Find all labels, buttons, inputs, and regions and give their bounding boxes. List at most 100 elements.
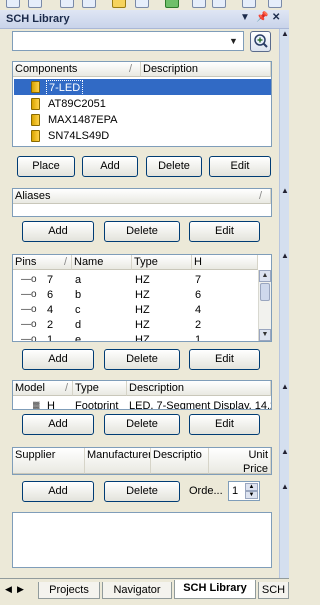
- aliases-list[interactable]: Aliases /: [12, 188, 272, 217]
- chevron-down-icon[interactable]: ▼: [226, 33, 241, 49]
- scroll-down-icon[interactable]: ▼: [259, 329, 271, 341]
- column-header-type[interactable]: Type: [132, 255, 192, 270]
- zoom-in-icon[interactable]: [192, 0, 206, 8]
- column-header-model-type[interactable]: Type: [73, 381, 127, 396]
- order-quantity-value: 1: [232, 485, 239, 497]
- column-header-name[interactable]: Name: [72, 255, 132, 270]
- print-icon[interactable]: [82, 0, 96, 8]
- pin-cell-type: HZ: [135, 334, 150, 342]
- model-row[interactable]: ▓ H Footprint LED, 7-Segment Display, 14…: [13, 398, 271, 409]
- add-pin-button[interactable]: Add: [22, 349, 94, 370]
- tab-scroll-right-icon[interactable]: ▶: [17, 584, 24, 595]
- pin-icon: —o: [21, 274, 37, 285]
- column-header-h[interactable]: H: [192, 255, 258, 270]
- edit-model-button[interactable]: Edit: [189, 414, 260, 435]
- component-icon: [31, 114, 40, 126]
- pin-cell-h: 2: [195, 319, 202, 331]
- pin-icon: —o: [21, 319, 37, 330]
- pin-cell-type: HZ: [135, 289, 150, 301]
- add-component-button[interactable]: Add: [82, 156, 138, 177]
- pin-cell-pin: 7: [47, 274, 54, 286]
- column-header-supplier[interactable]: Supplier: [13, 448, 85, 474]
- scroll-up-icon[interactable]: ▲: [259, 270, 271, 282]
- add-supplier-button[interactable]: Add: [22, 481, 94, 502]
- new-file-icon[interactable]: [6, 0, 20, 8]
- tab-sch-library[interactable]: SCH Library: [174, 580, 256, 599]
- zoom-out-icon[interactable]: [212, 0, 226, 8]
- info-icon[interactable]: [135, 0, 149, 8]
- column-header-unit-price[interactable]: Unit Price: [209, 448, 271, 474]
- edit-component-button[interactable]: Edit: [209, 156, 271, 177]
- column-header-model-description[interactable]: Description: [127, 381, 271, 396]
- chevron-down-icon[interactable]: ▼: [240, 12, 250, 23]
- pin-cell-h: 6: [195, 289, 202, 301]
- pin-row[interactable]: —o 2 d HZ 2: [13, 317, 257, 333]
- component-filter-select[interactable]: ▼: [12, 31, 244, 51]
- models-list[interactable]: Model / Type Description ▓ H Footprint LE…: [12, 380, 272, 410]
- column-header-model[interactable]: Model /: [13, 381, 73, 396]
- decrement-icon[interactable]: ▼: [245, 491, 258, 499]
- delete-model-button[interactable]: Delete: [104, 414, 180, 435]
- pin-row[interactable]: —o 6 b HZ 6: [13, 287, 257, 303]
- pin-cell-type: HZ: [135, 274, 150, 286]
- edit-pin-button[interactable]: Edit: [189, 349, 260, 370]
- collapse-up-icon[interactable]: ▲: [281, 482, 289, 491]
- component-icon: [31, 130, 40, 142]
- increment-icon[interactable]: ▲: [245, 483, 258, 491]
- order-quantity-stepper[interactable]: 1 ▲ ▼: [228, 481, 260, 501]
- collapse-up-icon[interactable]: ▲: [281, 251, 289, 260]
- add-alias-button[interactable]: Add: [22, 221, 94, 242]
- list-item[interactable]: MAX1487EPA: [14, 112, 271, 128]
- list-item-selected[interactable]: 7-LED: [14, 79, 271, 96]
- pin-row[interactable]: —o 4 c HZ 4: [13, 302, 257, 318]
- collapse-up-icon[interactable]: ▲: [281, 186, 289, 195]
- suppliers-list[interactable]: Supplier Manufacturer Descriptio Unit Pri…: [12, 447, 272, 475]
- folder-icon[interactable]: [112, 0, 126, 8]
- cut-icon[interactable]: [242, 0, 256, 8]
- column-header-components[interactable]: Components /: [13, 62, 141, 77]
- pin-row[interactable]: —o 7 a HZ 7: [13, 272, 257, 288]
- delete-component-button[interactable]: Delete: [146, 156, 202, 177]
- pin-cell-pin: 6: [47, 289, 54, 301]
- column-header-manufacturer[interactable]: Manufacturer: [85, 448, 151, 474]
- tab-sch[interactable]: SCH: [258, 582, 289, 599]
- paste-icon[interactable]: [268, 0, 282, 8]
- column-header-aliases[interactable]: Aliases /: [13, 189, 271, 204]
- pin-row[interactable]: —o 1 e HZ 1: [13, 332, 257, 342]
- open-file-icon[interactable]: [28, 0, 42, 8]
- pin-cell-h: 4: [195, 304, 202, 316]
- panel-splitter-bar[interactable]: ▲ ▲ ▲ ▲ ▲ ▲: [279, 29, 289, 578]
- zoom-button[interactable]: [250, 31, 271, 52]
- pin-icon: —o: [21, 289, 37, 300]
- compile-icon[interactable]: [165, 0, 179, 8]
- list-item[interactable]: AT89C2051: [14, 96, 271, 112]
- add-model-button[interactable]: Add: [22, 414, 94, 435]
- pins-scrollbar[interactable]: ▲ ▼: [258, 270, 271, 341]
- column-header-pins[interactable]: Pins /: [13, 255, 72, 270]
- delete-pin-button[interactable]: Delete: [104, 349, 180, 370]
- pin-icon: —o: [21, 304, 37, 315]
- save-icon[interactable]: [60, 0, 74, 8]
- collapse-up-icon[interactable]: ▲: [281, 29, 289, 38]
- collapse-up-icon[interactable]: ▲: [281, 447, 289, 456]
- tab-projects[interactable]: Projects: [38, 582, 100, 599]
- column-header-supplier-description[interactable]: Descriptio: [151, 448, 209, 474]
- column-header-description[interactable]: Description: [141, 62, 271, 77]
- tab-navigator[interactable]: Navigator: [102, 582, 172, 599]
- list-item[interactable]: SN74LS49D: [14, 128, 271, 144]
- pin-icon[interactable]: 📌: [256, 12, 268, 23]
- pins-list[interactable]: Pins / Name Type H —o 7 a HZ 7 —o 6 b HZ 6 —o 4 c HZ 4—…: [12, 254, 272, 342]
- component-icon: [31, 98, 40, 110]
- place-button[interactable]: Place: [17, 156, 75, 177]
- close-icon[interactable]: ✕: [272, 12, 280, 23]
- pin-cell-name: e: [75, 334, 82, 342]
- collapse-up-icon[interactable]: ▲: [281, 382, 289, 391]
- scroll-thumb[interactable]: [260, 283, 270, 301]
- delete-supplier-button[interactable]: Delete: [104, 481, 180, 502]
- edit-alias-button[interactable]: Edit: [189, 221, 260, 242]
- delete-alias-button[interactable]: Delete: [104, 221, 180, 242]
- pin-icon: —o: [21, 334, 37, 342]
- components-list[interactable]: Components / Description 7-LED AT89C2051 …: [12, 61, 272, 147]
- pin-cell-h: 7: [195, 274, 202, 286]
- tab-scroll-left-icon[interactable]: ◀: [5, 584, 12, 595]
